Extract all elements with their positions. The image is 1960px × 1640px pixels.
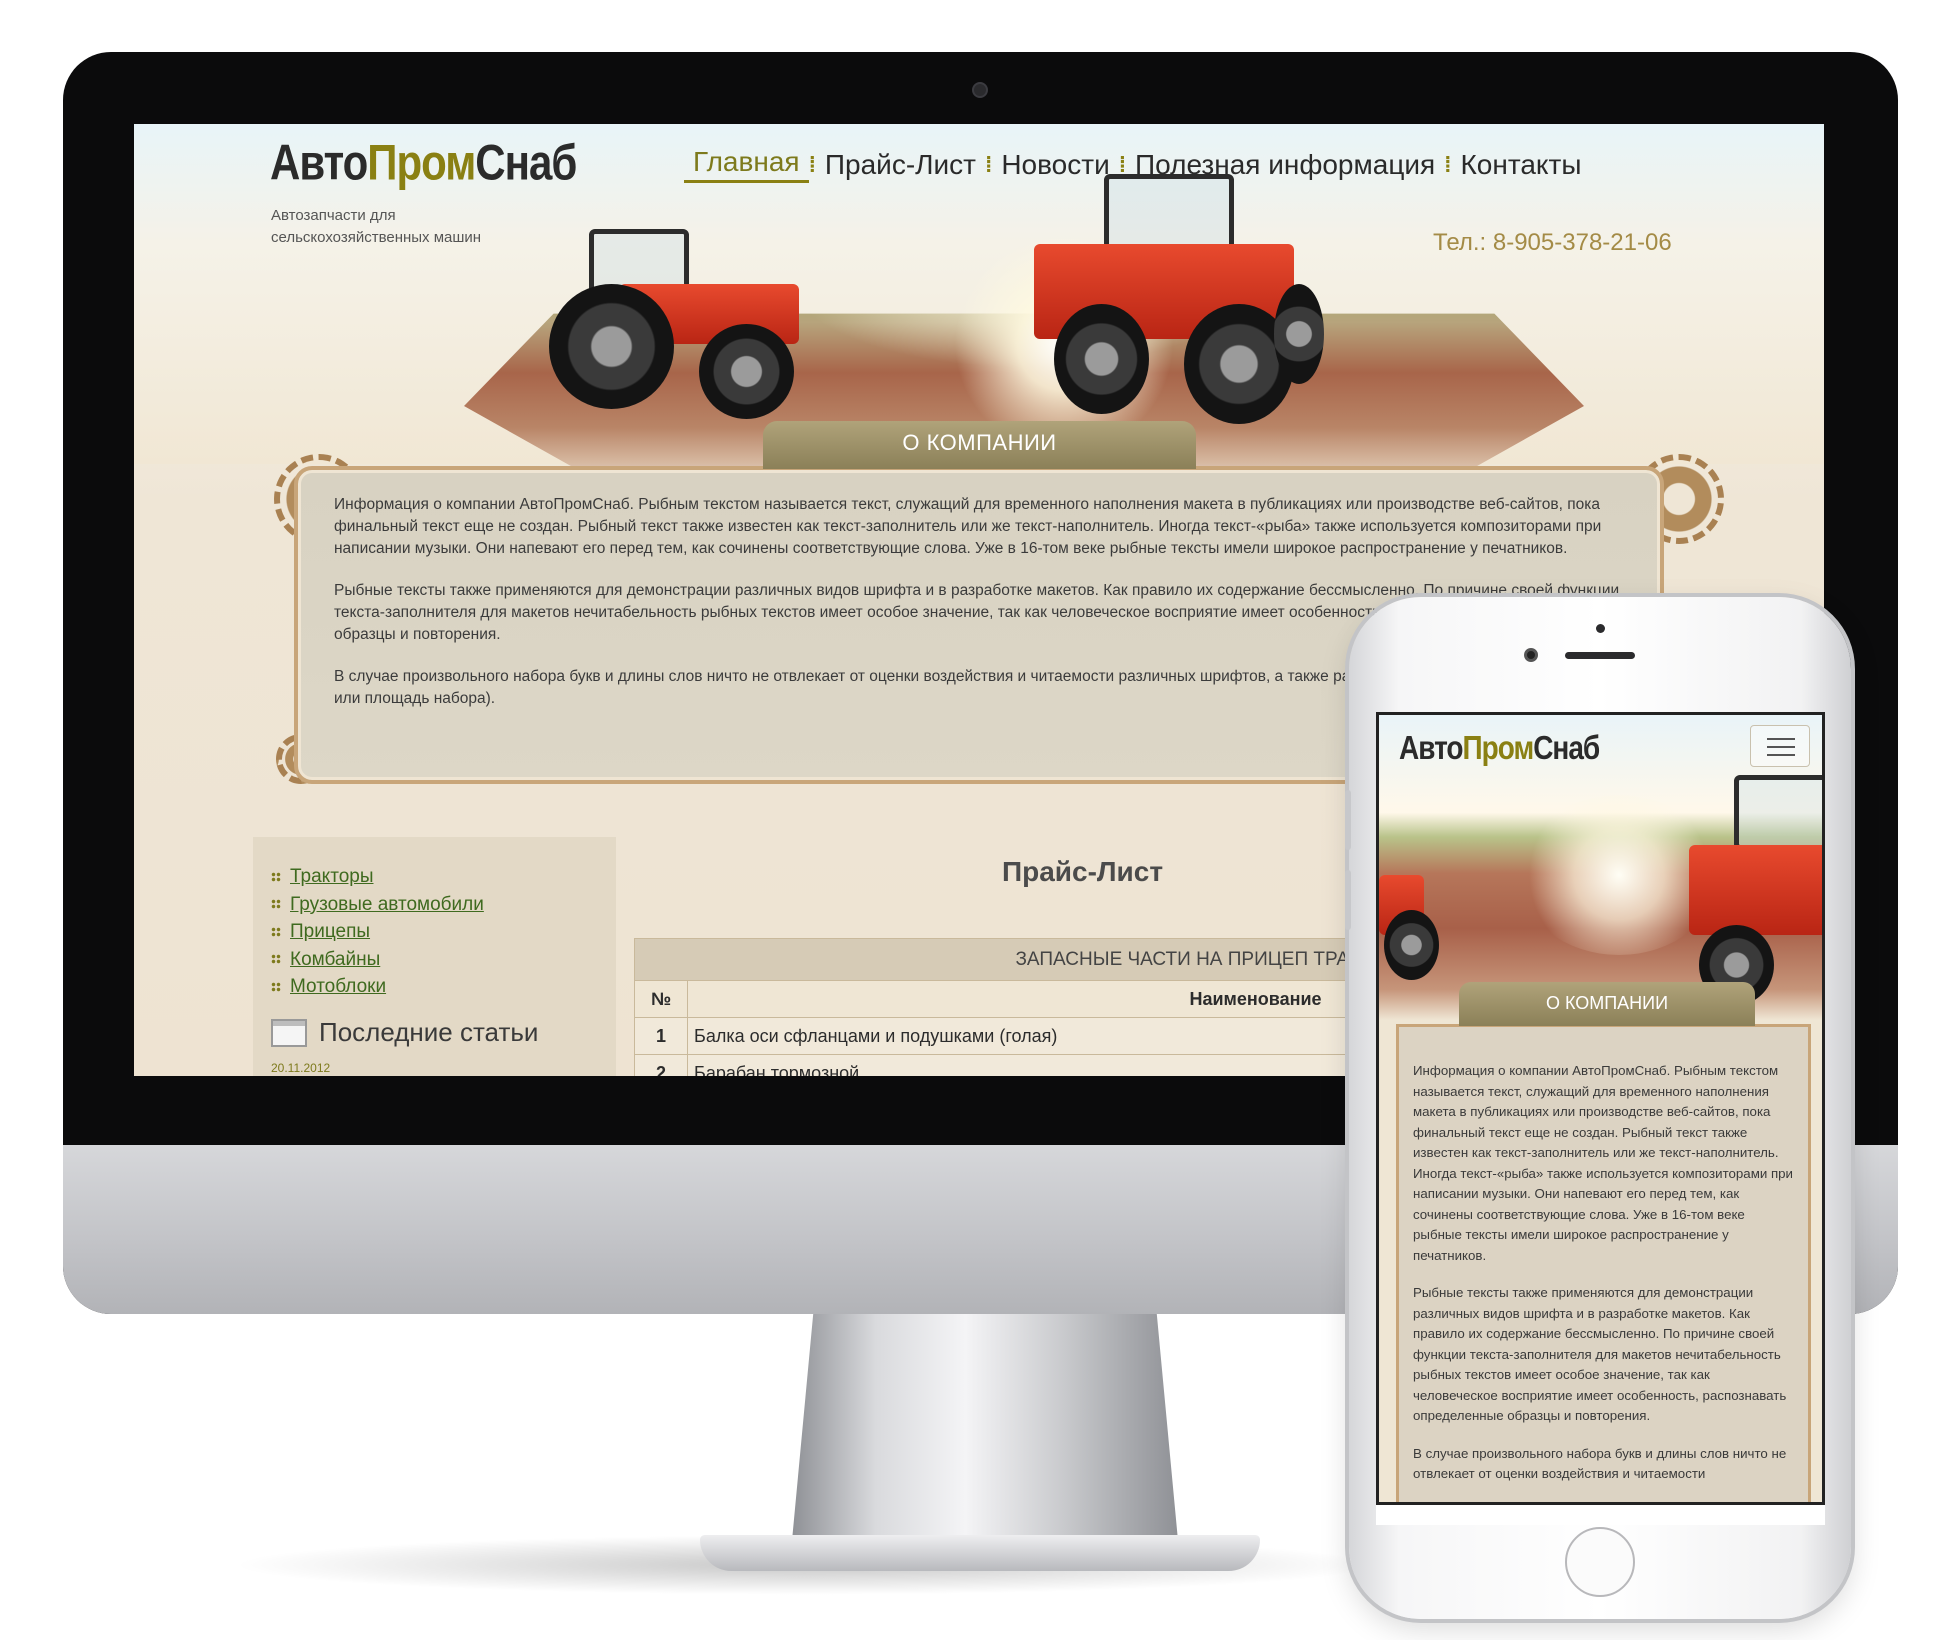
phone-side-button: [1345, 790, 1351, 850]
nav-separator: ⁞: [1444, 151, 1452, 177]
imac-base: [700, 1535, 1260, 1571]
site-logo[interactable]: АвтоПромСнаб: [270, 134, 577, 192]
category-link-motoblocks[interactable]: Мотоблоки: [271, 973, 484, 1001]
phone-sensor-icon: [1596, 624, 1605, 633]
nav-item-useful-info[interactable]: Полезная информация: [1126, 149, 1444, 181]
mobile-text-clip: [1376, 1505, 1825, 1525]
mobile-about-text: Информация о компании АвтоПромСнаб. Рыбн…: [1413, 1061, 1793, 1502]
imac-camera-icon: [972, 82, 988, 98]
nav-separator: ⁞: [984, 151, 993, 177]
main-nav: Главная ⁞ Прайс-Лист ⁞ Новости ⁞ Полезна…: [684, 146, 1590, 183]
nav-item-news[interactable]: Новости: [992, 149, 1118, 181]
nav-item-contacts[interactable]: Контакты: [1452, 149, 1591, 181]
mobile-about-paragraph: В случае произвольного набора букв и дли…: [1413, 1445, 1787, 1482]
category-list: Тракторы Грузовые автомобили Прицепы Ком…: [271, 863, 484, 1001]
mobile-about-paragraph: Рыбные тексты также применяются для демо…: [1413, 1285, 1787, 1423]
sidebar: Тракторы Грузовые автомобили Прицепы Ком…: [253, 837, 616, 1076]
mobile-site-logo[interactable]: АвтоПромСнаб: [1399, 729, 1600, 767]
category-link-trucks[interactable]: Грузовые автомобили: [271, 891, 484, 919]
nav-item-home[interactable]: Главная: [684, 146, 809, 183]
mockup-stage: АвтоПромСнаб Автозапчасти для сельскохоз…: [0, 0, 1960, 1640]
bullet-icon: [271, 926, 281, 937]
menu-icon[interactable]: [1750, 725, 1810, 767]
phone-speaker: [1565, 652, 1635, 659]
category-link-tractors[interactable]: Тракторы: [271, 863, 484, 891]
mobile-tractor-left-image: [1379, 865, 1439, 985]
tractor-right-image: [1034, 174, 1334, 424]
phone-side-button: [1345, 870, 1351, 930]
row-number: 2: [634, 1054, 688, 1076]
news-icon: [271, 1018, 307, 1047]
article-date: 20.11.2012: [271, 1061, 331, 1075]
bullet-icon: [271, 981, 281, 992]
nav-item-price-list[interactable]: Прайс-Лист: [816, 149, 985, 181]
mobile-about-paragraph: Информация о компании АвтоПромСнаб. Рыбн…: [1413, 1063, 1793, 1263]
category-link-trailers[interactable]: Прицепы: [271, 918, 484, 946]
phone-number: Тел.: 8-905-378-21-06: [1433, 229, 1672, 256]
category-link-combines[interactable]: Комбайны: [271, 946, 484, 974]
mobile-tractor-right-image: [1689, 775, 1822, 1005]
nav-separator: ⁞: [1118, 151, 1127, 177]
phone-home-button[interactable]: [1565, 1527, 1635, 1597]
phone-camera-icon: [1524, 648, 1538, 662]
nav-separator: ⁞: [808, 151, 816, 177]
bullet-icon: [271, 871, 281, 882]
imac-stand: [790, 1312, 1180, 1562]
bullet-icon: [271, 954, 281, 965]
site-tagline: Автозапчасти для сельскохозяйственных ма…: [271, 207, 482, 246]
price-list-title: Прайс-Лист: [1002, 856, 1164, 887]
about-paragraph: Информация о компании АвтоПромСнаб. Рыбн…: [334, 496, 1602, 557]
about-title: О КОМПАНИИ: [763, 421, 1196, 469]
bullet-icon: [271, 899, 281, 910]
row-number: 1: [634, 1017, 688, 1055]
mobile-about-title: О КОМПАНИИ: [1459, 982, 1755, 1026]
column-header-number: №: [634, 980, 688, 1018]
latest-articles-heading: Последние статьи: [271, 1017, 538, 1048]
tractor-left-image: [549, 229, 809, 429]
